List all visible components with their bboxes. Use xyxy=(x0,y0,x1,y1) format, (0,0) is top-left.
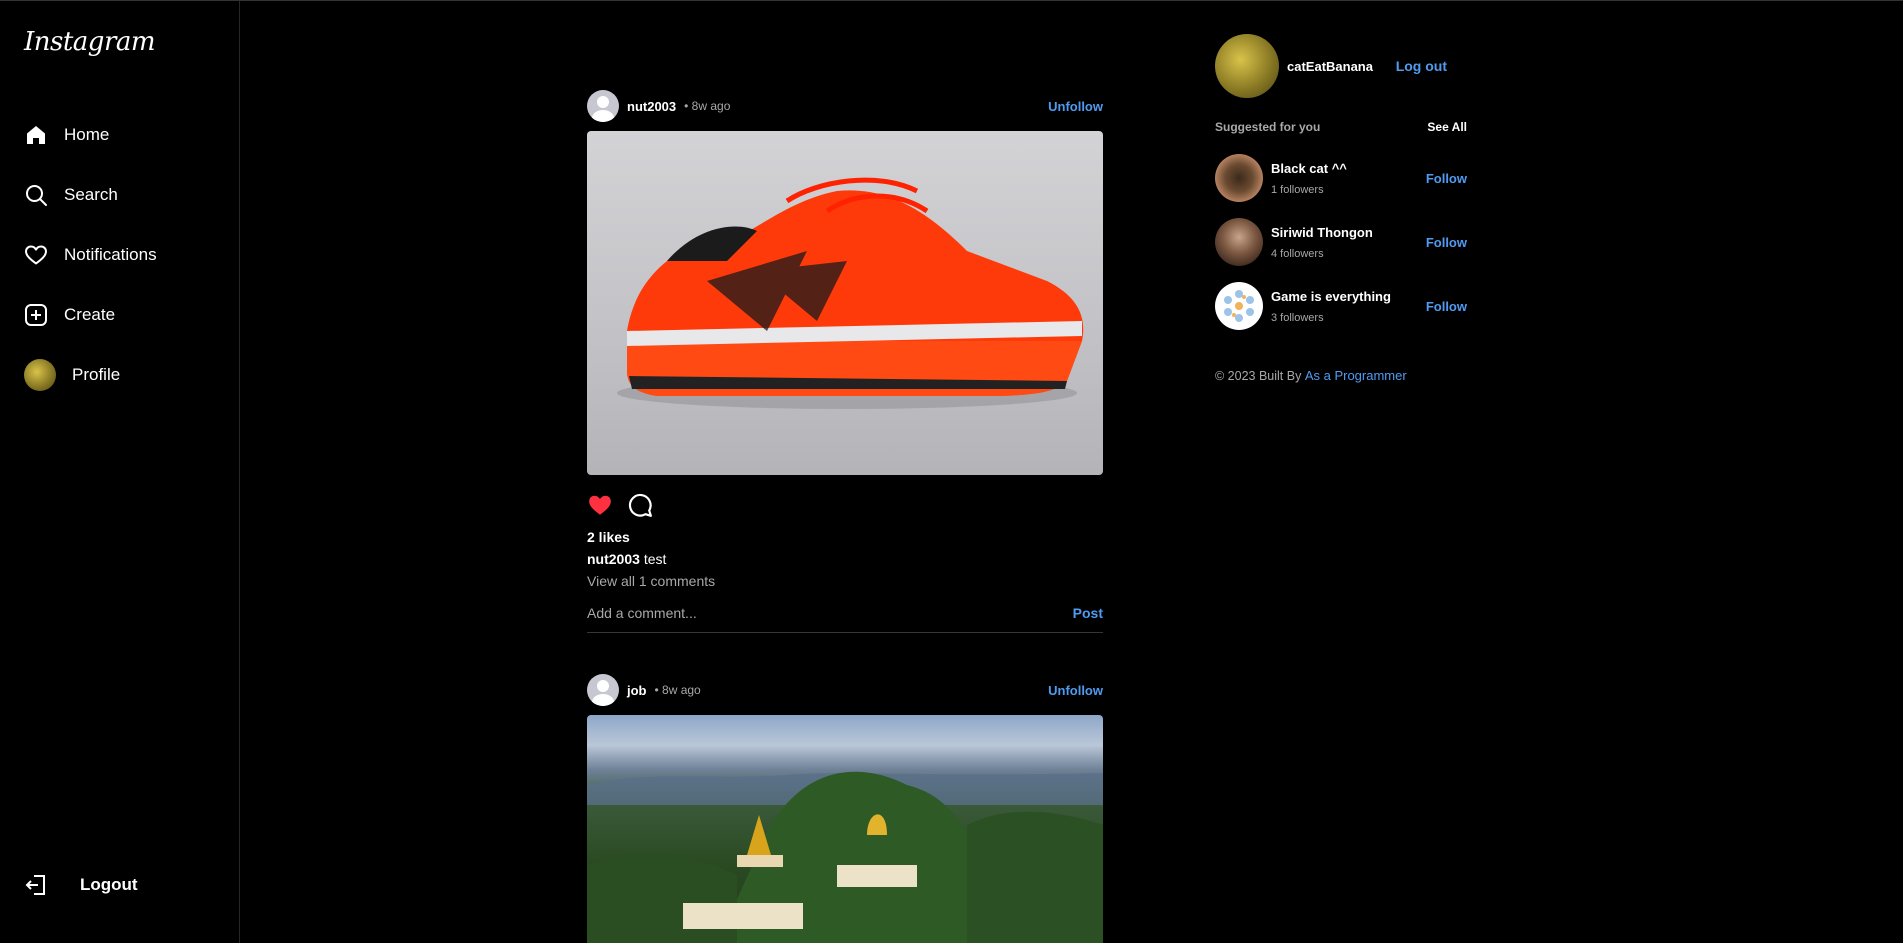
sidebar-item-label: Notifications xyxy=(64,245,157,264)
post-time: • 8w ago xyxy=(684,99,731,113)
follow-button[interactable]: Follow xyxy=(1426,235,1467,250)
post-header: nut2003 • 8w ago Unfollow xyxy=(587,89,1103,123)
suggestion-name[interactable]: Siriwid Thongon xyxy=(1271,225,1373,240)
avatar[interactable] xyxy=(1215,154,1263,202)
temple-image xyxy=(587,771,1103,943)
avatar[interactable] xyxy=(1215,34,1279,98)
suggestion-followers: 1 followers xyxy=(1271,183,1324,196)
plus-square-icon xyxy=(24,303,48,327)
suggestions-list: Black cat ^^ 1 followers Follow Siriwid … xyxy=(1215,146,1467,338)
likes-count[interactable]: 2 likes xyxy=(587,529,1103,545)
caption-username[interactable]: nut2003 xyxy=(587,551,640,567)
post-actions xyxy=(587,483,1103,527)
game-logo-icon xyxy=(1216,283,1262,329)
avatar[interactable] xyxy=(587,674,619,706)
post: job • 8w ago Unfollow xyxy=(587,673,1103,943)
feed: nut2003 • 8w ago Unfollow 2 likes nut200… xyxy=(587,89,1103,943)
home-icon xyxy=(24,123,48,147)
search-icon xyxy=(24,183,48,207)
logout-label: Logout xyxy=(80,875,138,894)
footer-link[interactable]: As a Programmer xyxy=(1305,368,1407,383)
shoe-image xyxy=(617,177,1084,409)
logout-button[interactable]: Logout xyxy=(24,873,138,897)
view-comments-link[interactable]: View all 1 comments xyxy=(587,573,1103,589)
comment-icon[interactable] xyxy=(627,492,653,518)
avatar[interactable] xyxy=(1215,282,1263,330)
sidebar-item-home[interactable]: Home xyxy=(24,105,157,165)
caption-text: test xyxy=(643,551,667,567)
sidebar-item-label: Profile xyxy=(72,365,121,384)
suggestion-name[interactable]: Black cat ^^ xyxy=(1271,161,1347,176)
suggestion-info: Black cat ^^ 1 followers xyxy=(1271,161,1347,196)
post-username[interactable]: job xyxy=(627,683,647,698)
suggestion-item: Game is everything 3 followers Follow xyxy=(1215,274,1467,338)
footer-text: © 2023 Built By xyxy=(1215,369,1302,383)
unfollow-button[interactable]: Unfollow xyxy=(1048,99,1103,114)
post-caption: nut2003 test xyxy=(587,551,1103,567)
suggestion-info: Game is everything 3 followers xyxy=(1271,289,1391,324)
instagram-logo[interactable]: Instagram xyxy=(24,27,156,57)
heart-icon xyxy=(24,243,48,267)
sidebar-item-search[interactable]: Search xyxy=(24,165,157,225)
suggestion-info: Siriwid Thongon 4 followers xyxy=(1271,225,1373,260)
post: nut2003 • 8w ago Unfollow 2 likes nut200… xyxy=(587,89,1103,633)
unfollow-button[interactable]: Unfollow xyxy=(1048,683,1103,698)
suggestion-followers: 4 followers xyxy=(1271,247,1324,260)
suggestions-header: Suggested for you See All xyxy=(1215,120,1467,134)
post-image[interactable] xyxy=(587,131,1103,475)
sidebar-nav: Home Search Notifications Create Profile xyxy=(24,105,157,405)
suggestion-name[interactable]: Game is everything xyxy=(1271,289,1391,304)
see-all-link[interactable]: See All xyxy=(1427,120,1467,134)
follow-button[interactable]: Follow xyxy=(1426,299,1467,314)
sidebar-item-profile[interactable]: Profile xyxy=(24,345,157,405)
sidebar-item-create[interactable]: Create xyxy=(24,285,157,345)
post-comment-button[interactable]: Post xyxy=(1073,605,1103,621)
post-header: job • 8w ago Unfollow xyxy=(587,673,1103,707)
avatar xyxy=(24,359,56,391)
suggestion-item: Black cat ^^ 1 followers Follow xyxy=(1215,146,1467,210)
suggestion-item: Siriwid Thongon 4 followers Follow xyxy=(1215,210,1467,274)
logout-icon xyxy=(24,873,48,897)
suggestion-followers: 3 followers xyxy=(1271,311,1324,324)
sidebar-item-label: Search xyxy=(64,185,118,204)
suggested-title: Suggested for you xyxy=(1215,120,1321,134)
current-username[interactable]: catEatBanana xyxy=(1287,59,1373,74)
comment-input[interactable] xyxy=(587,604,1073,621)
sidebar-item-label: Home xyxy=(64,125,110,144)
sidebar-item-label: Create xyxy=(64,305,116,324)
post-image[interactable] xyxy=(587,715,1103,943)
like-heart-icon[interactable] xyxy=(587,492,613,518)
comment-row: Post xyxy=(587,593,1103,633)
post-time: • 8w ago xyxy=(654,683,701,697)
right-panel: catEatBanana Log out Suggested for you S… xyxy=(1215,34,1467,383)
log-out-link[interactable]: Log out xyxy=(1396,58,1447,74)
post-username[interactable]: nut2003 xyxy=(627,99,676,114)
avatar[interactable] xyxy=(587,90,619,122)
avatar[interactable] xyxy=(1215,218,1263,266)
current-user: catEatBanana Log out xyxy=(1215,34,1467,98)
follow-button[interactable]: Follow xyxy=(1426,171,1467,186)
sidebar-item-notifications[interactable]: Notifications xyxy=(24,225,157,285)
footer: © 2023 Built By As a Programmer xyxy=(1215,368,1467,383)
sidebar: Instagram Home Search Notifications Crea… xyxy=(0,1,240,943)
